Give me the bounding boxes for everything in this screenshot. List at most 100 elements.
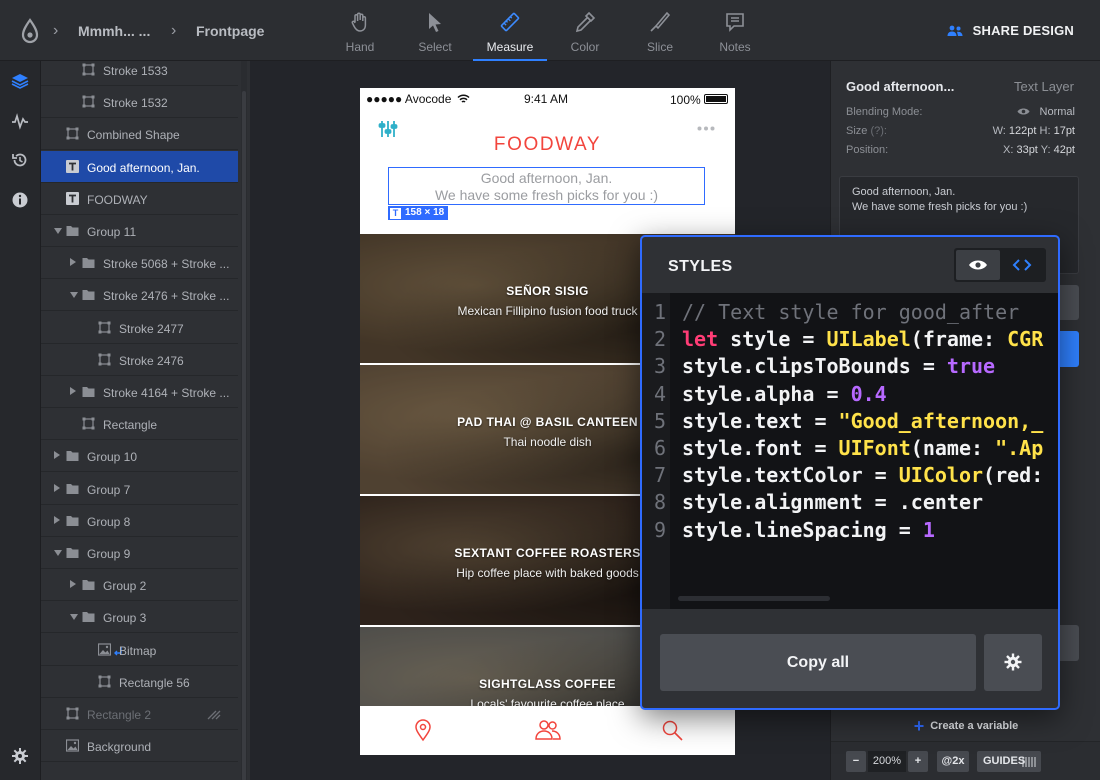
code-settings-button[interactable]: [984, 634, 1042, 691]
shape-layer-icon: [82, 95, 95, 108]
retina-toggle-button[interactable]: @2x: [937, 751, 969, 772]
breadcrumb-project[interactable]: Mmmh... ...: [78, 23, 150, 39]
people-icon[interactable]: [534, 718, 562, 742]
caret-down-icon[interactable]: [70, 292, 78, 299]
create-variable-button[interactable]: + Create a variable: [831, 716, 1100, 737]
layer-row[interactable]: Group 2: [41, 569, 238, 602]
layer-row[interactable]: Stroke 2476 + Stroke ...: [41, 279, 238, 312]
code-horizontal-scrollbar[interactable]: [678, 596, 830, 601]
layer-row[interactable]: Stroke 1532: [41, 86, 238, 119]
layer-row[interactable]: Stroke 5068 + Stroke ...: [41, 247, 238, 280]
layer-label: Group 2: [103, 579, 147, 594]
folder-icon: [66, 546, 79, 559]
more-dots-icon[interactable]: [697, 126, 715, 131]
image-layer-icon: [97, 642, 112, 656]
layer-row[interactable]: FOODWAY: [41, 183, 238, 215]
tool-measure[interactable]: Measure: [473, 8, 547, 61]
folder-icon: [66, 224, 79, 237]
layers-scrollbar-thumb[interactable]: [242, 91, 246, 780]
layer-label: FOODWAY: [87, 192, 148, 207]
layer-row[interactable]: Rectangle: [41, 408, 238, 441]
tool-slice-label: Slice: [646, 40, 673, 54]
copy-all-button[interactable]: Copy all: [660, 634, 976, 691]
hidden-panel-primary-button[interactable]: [1057, 331, 1079, 367]
zoom-level[interactable]: 200%: [868, 751, 906, 772]
caret-right-icon[interactable]: [54, 451, 60, 460]
caret-down-icon[interactable]: [54, 228, 62, 234]
search-icon[interactable]: [660, 718, 684, 742]
shape-layer-icon: [66, 707, 79, 720]
layer-row[interactable]: Stroke 2476: [41, 344, 238, 376]
tab-bar: [360, 706, 735, 755]
size-values: W: 122pt H: 17pt: [992, 125, 1075, 137]
line-number: 1: [653, 300, 666, 324]
layer-row[interactable]: Group 9: [41, 537, 238, 569]
layer-row[interactable]: Rectangle 56: [41, 666, 238, 698]
blending-mode-row: Blending Mode: Normal: [846, 106, 1075, 118]
gear-icon[interactable]: [11, 747, 29, 765]
avocode-logo-icon[interactable]: [18, 18, 42, 44]
tool-notes-label: Notes: [719, 40, 751, 54]
layer-row[interactable]: Rectangle 2: [41, 698, 238, 730]
tool-measure-label: Measure: [486, 40, 534, 54]
layer-row[interactable]: Combined Shape: [41, 118, 238, 151]
hidden-layer-icon[interactable]: [207, 709, 221, 723]
size-help[interactable]: (?):: [870, 125, 887, 137]
eye-icon[interactable]: [1017, 107, 1030, 116]
layer-row[interactable]: Background: [41, 730, 238, 763]
layer-row[interactable]: Bitmap: [41, 634, 238, 666]
history-icon[interactable]: [11, 151, 29, 169]
shape-layer-icon: [98, 675, 111, 688]
layer-label: Stroke 1533: [103, 64, 168, 78]
knife-icon: [650, 11, 671, 32]
view-mode-toggle: [954, 248, 1046, 282]
zoom-in-button[interactable]: +: [908, 751, 928, 772]
layer-row[interactable]: Group 3: [41, 601, 238, 634]
battery-label: 100%: [670, 93, 701, 107]
line-number: 2: [653, 327, 666, 352]
layer-row[interactable]: Group 8: [41, 505, 238, 537]
code-editor[interactable]: 1 23456 789 // Text style for good_after l…: [642, 293, 1058, 609]
caret-right-icon[interactable]: [54, 515, 60, 524]
position-values: X: 33pt Y: 42pt: [1003, 144, 1075, 156]
caret-down-icon[interactable]: [54, 550, 62, 556]
layer-label: Group 9: [87, 547, 131, 561]
zoom-out-button[interactable]: −: [846, 751, 866, 772]
hidden-panel-button[interactable]: [1057, 285, 1079, 320]
location-pin-icon[interactable]: [411, 718, 435, 742]
tool-slice[interactable]: Slice: [623, 8, 697, 60]
caret-right-icon[interactable]: [70, 580, 76, 589]
layer-row[interactable]: Stroke 1533: [41, 61, 238, 86]
layer-row[interactable]: Good afternoon, Jan.: [41, 150, 238, 183]
activity-icon[interactable]: [11, 112, 29, 130]
caret-right-icon[interactable]: [70, 258, 76, 267]
info-icon[interactable]: [11, 191, 29, 209]
code-mode-button[interactable]: [1000, 250, 1044, 280]
layers-icon[interactable]: [11, 72, 29, 90]
greeting-text-layer[interactable]: Good afternoon, Jan. We have some fresh …: [388, 167, 705, 205]
layer-label: Group 3: [103, 611, 147, 626]
chevron-right-icon: ›: [53, 22, 59, 39]
tool-hand[interactable]: Hand: [323, 8, 397, 60]
layer-row[interactable]: Group 10: [41, 440, 238, 473]
guides-toggle-button[interactable]: GUIDES: [977, 751, 1041, 772]
layer-label: Background: [87, 740, 152, 755]
tool-select[interactable]: Select: [398, 8, 472, 60]
tool-color[interactable]: Color: [548, 8, 622, 60]
line-number: 5: [653, 408, 666, 433]
layer-row[interactable]: Stroke 4164 + Stroke ...: [41, 376, 238, 408]
layer-row[interactable]: Group 11: [41, 215, 238, 247]
preview-mode-button[interactable]: [956, 250, 1000, 280]
layer-row[interactable]: Stroke 2477: [41, 312, 238, 344]
caret-right-icon[interactable]: [70, 387, 76, 395]
layer-row[interactable]: Group 7: [41, 473, 238, 505]
layers-scrollbar[interactable]: [241, 61, 247, 780]
line-number-gutter: 1 23456 789: [642, 293, 670, 609]
caret-down-icon[interactable]: [70, 614, 78, 621]
code-lines: // Text style for good_after let style =…: [682, 300, 1044, 542]
share-design-button[interactable]: SHARE DESIGN: [947, 23, 1074, 38]
hidden-panel-settings-button[interactable]: [1057, 625, 1079, 661]
caret-right-icon[interactable]: [54, 483, 60, 492]
breadcrumb-page[interactable]: Frontpage: [196, 23, 264, 39]
tool-notes[interactable]: Notes: [698, 8, 772, 60]
